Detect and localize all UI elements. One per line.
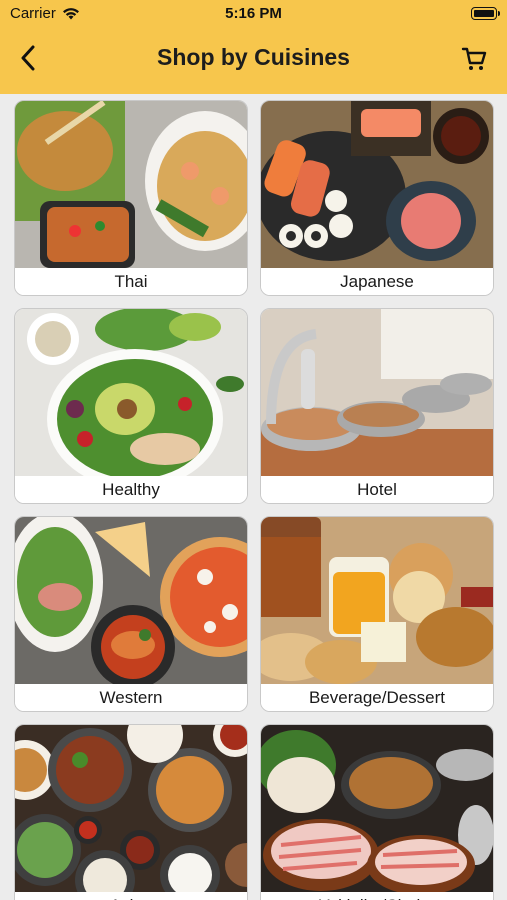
cuisine-label: Yakiniku/Shabu	[261, 892, 493, 900]
status-time: 5:16 PM	[225, 5, 282, 22]
cuisine-image-western	[15, 517, 247, 684]
cuisine-image-yakiniku-shabu	[261, 725, 493, 892]
cuisine-label: Asian	[15, 892, 247, 900]
app-header: Carrier 5:16 PM Shop by Cuisines	[0, 0, 507, 94]
cuisine-card-thai[interactable]: Thai	[14, 100, 248, 296]
chevron-left-icon	[21, 45, 35, 71]
cuisine-label: Japanese	[261, 268, 493, 295]
cuisine-label: Western	[15, 684, 247, 711]
cuisine-card-beverage-dessert[interactable]: Beverage/Dessert	[260, 516, 494, 712]
status-bar: Carrier 5:16 PM	[0, 0, 507, 28]
cart-icon	[461, 47, 487, 70]
back-button[interactable]	[14, 44, 42, 72]
cuisine-card-asian[interactable]: Asian	[14, 724, 248, 900]
cuisine-grid: Thai Japanese Healthy Hotel Western Beve…	[0, 94, 507, 900]
cuisine-image-healthy	[15, 309, 247, 476]
cuisine-card-hotel[interactable]: Hotel	[260, 308, 494, 504]
cuisine-card-western[interactable]: Western	[14, 516, 248, 712]
navigation-bar: Shop by Cuisines	[0, 34, 507, 82]
cuisine-label: Hotel	[261, 476, 493, 503]
cuisine-card-yakiniku-shabu[interactable]: Yakiniku/Shabu	[260, 724, 494, 900]
cuisine-image-japanese	[261, 101, 493, 268]
cuisine-card-japanese[interactable]: Japanese	[260, 100, 494, 296]
cuisine-image-asian	[15, 725, 247, 892]
cart-button[interactable]	[459, 44, 489, 74]
cuisine-card-healthy[interactable]: Healthy	[14, 308, 248, 504]
cuisine-image-thai	[15, 101, 247, 268]
cuisine-image-hotel	[261, 309, 493, 476]
cuisine-label: Healthy	[15, 476, 247, 503]
cuisine-label: Thai	[15, 268, 247, 295]
cuisine-image-beverage-dessert	[261, 517, 493, 684]
cuisine-label: Beverage/Dessert	[261, 684, 493, 711]
page-title: Shop by Cuisines	[157, 44, 350, 70]
battery-icon	[471, 7, 500, 20]
